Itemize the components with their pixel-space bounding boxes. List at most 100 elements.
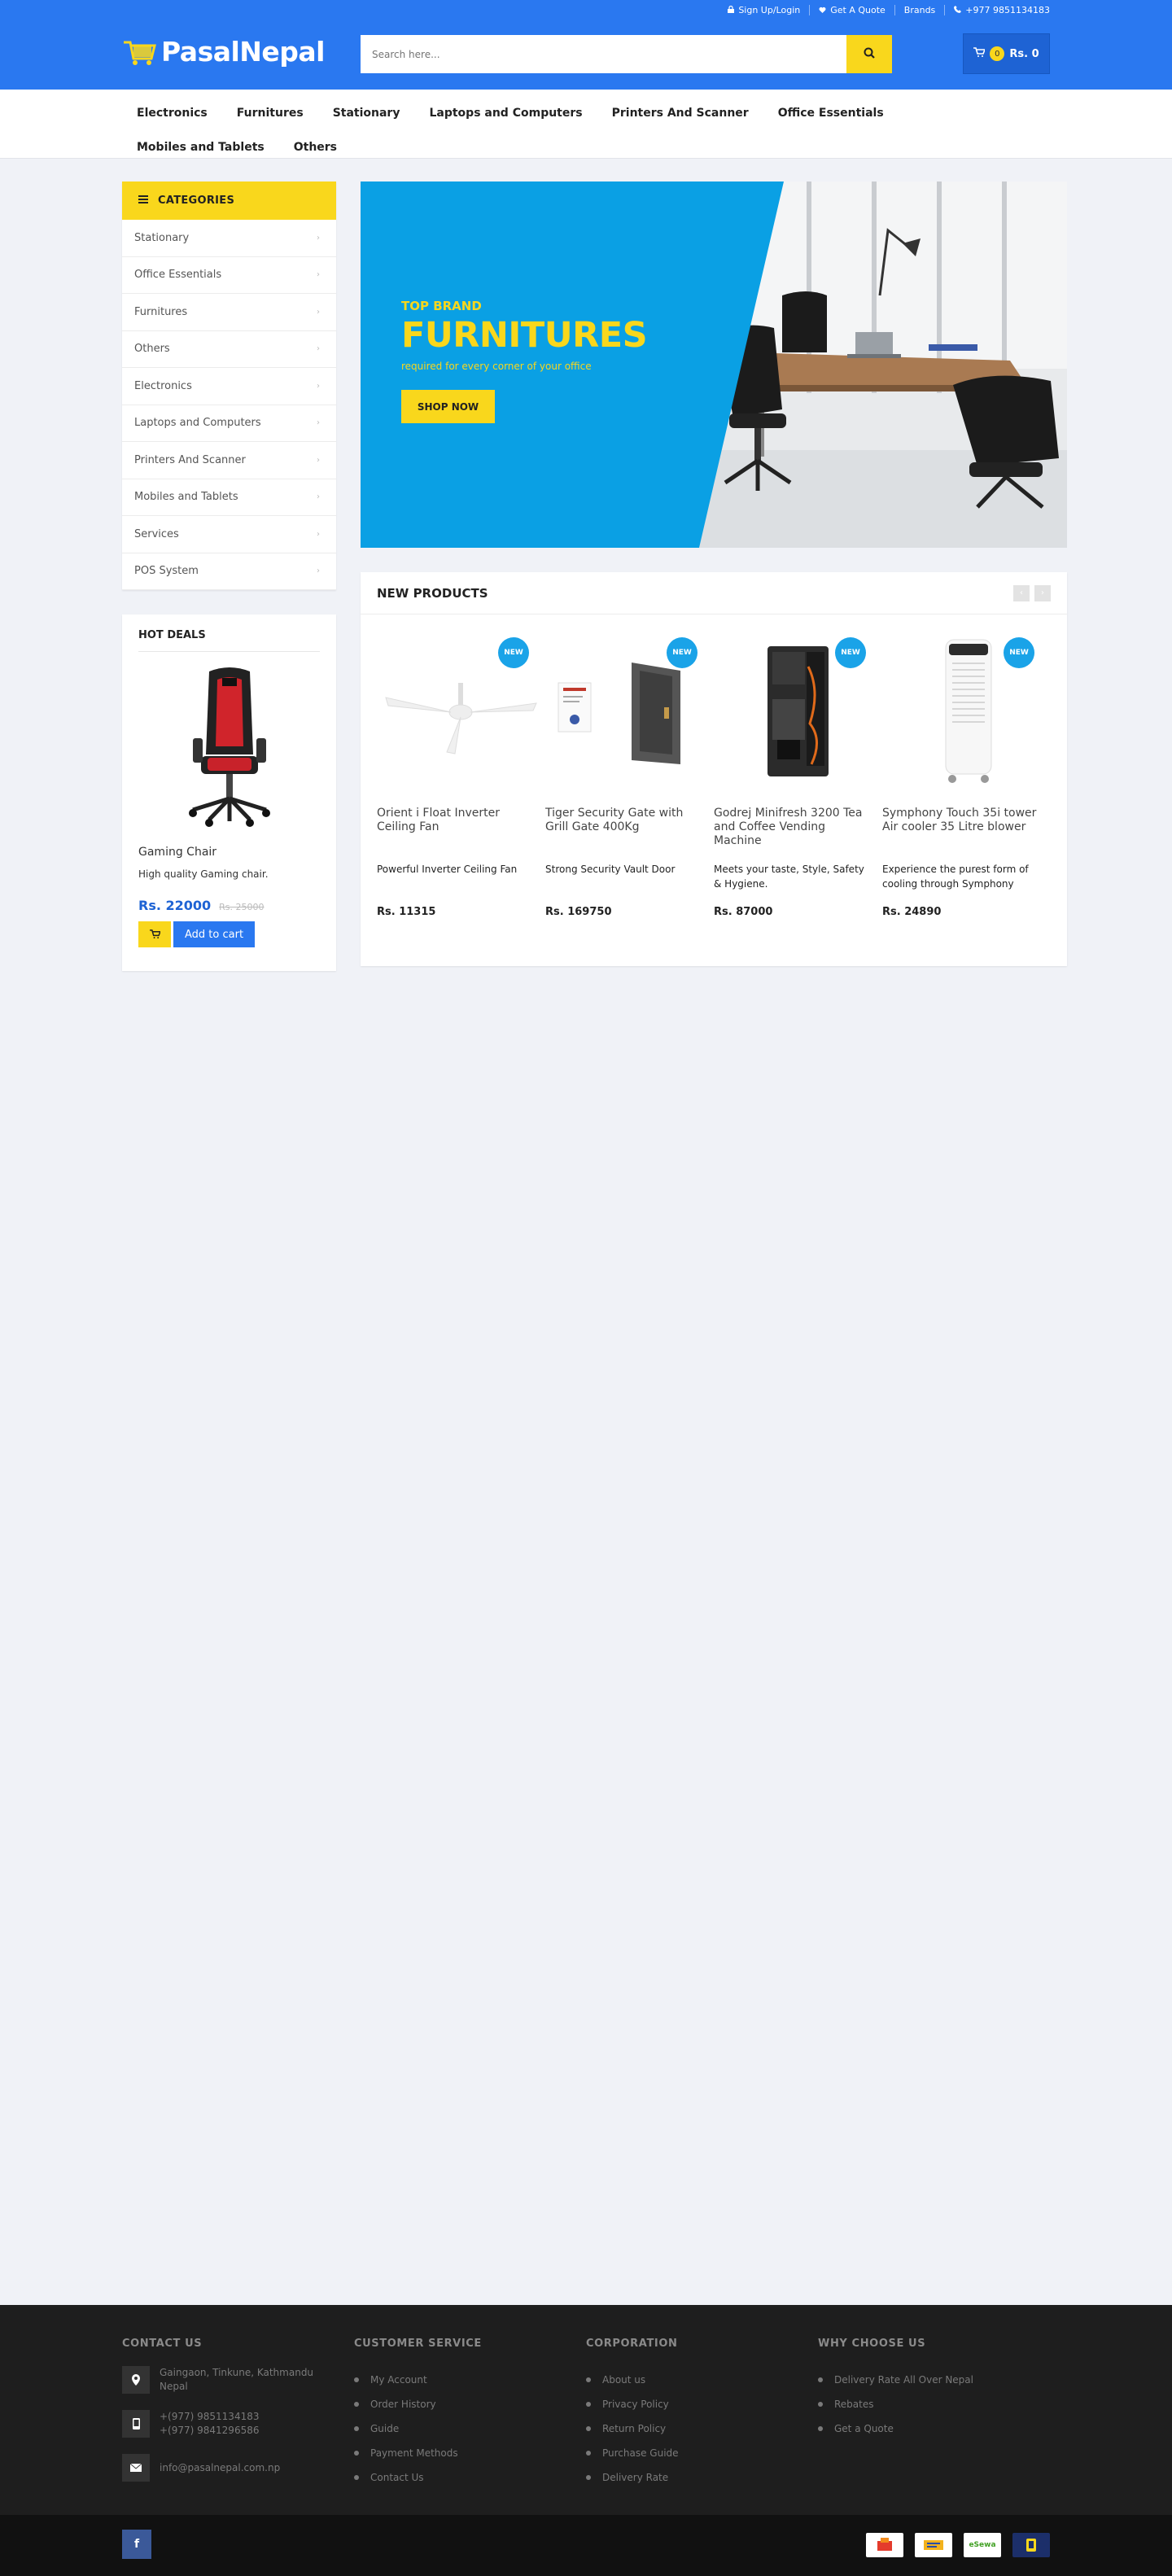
logo-text: PasalNepal bbox=[161, 36, 326, 68]
quick-cart-button[interactable] bbox=[138, 921, 171, 947]
heart-icon bbox=[819, 5, 826, 15]
chevron-right-icon: › bbox=[317, 566, 320, 576]
category-item[interactable]: Others › bbox=[122, 331, 336, 368]
product-card[interactable]: NEW Godrej Minifresh 3200 Tea and Coffee… bbox=[714, 628, 882, 918]
footer-link[interactable]: Get a Quote bbox=[818, 2416, 1050, 2441]
new-products-title: NEW PRODUCTS bbox=[377, 585, 488, 601]
product-name[interactable]: Orient i Float Inverter Ceiling Fan bbox=[377, 807, 545, 852]
vending-machine-image[interactable]: NEW bbox=[714, 628, 882, 794]
payment-bank-icon bbox=[915, 2533, 952, 2557]
chevron-right-icon: › bbox=[317, 270, 320, 280]
footer-link[interactable]: About us bbox=[586, 2368, 818, 2392]
facebook-icon[interactable]: f bbox=[122, 2530, 151, 2559]
category-item[interactable]: Printers And Scanner › bbox=[122, 442, 336, 479]
add-to-cart-button[interactable]: Add to cart bbox=[173, 921, 256, 947]
footer-link[interactable]: Delivery Rate All Over Nepal bbox=[818, 2368, 1050, 2392]
chevron-right-icon: › bbox=[317, 307, 320, 317]
product-desc: Meets your taste, Style, Safety & Hygien… bbox=[714, 864, 864, 890]
hot-deal-price: Rs. 22000 Rs. 25000 bbox=[138, 898, 320, 913]
lock-icon bbox=[728, 5, 735, 15]
quote-link[interactable]: Get A Quote bbox=[810, 5, 895, 15]
new-products-panel: NEW PRODUCTS ‹ › NEW Orient i Float Inve… bbox=[361, 572, 1067, 966]
chevron-right-icon: › bbox=[317, 344, 320, 354]
brands-link[interactable]: Brands bbox=[895, 5, 946, 15]
phone-link[interactable]: +977 9851134183 bbox=[945, 5, 1050, 15]
chevron-right-icon: › bbox=[317, 233, 320, 243]
category-item[interactable]: Electronics › bbox=[122, 368, 336, 405]
old-price: Rs. 25000 bbox=[219, 902, 265, 912]
nav-item-electronics[interactable]: Electronics bbox=[122, 96, 222, 130]
chevron-right-icon: › bbox=[317, 492, 320, 502]
category-item[interactable]: Office Essentials › bbox=[122, 257, 336, 294]
product-card[interactable]: NEW Tiger Security Gate with Grill Gate … bbox=[545, 628, 714, 918]
nav-item-stationary[interactable]: Stationary bbox=[318, 96, 415, 130]
shop-now-button[interactable]: SHOP NOW bbox=[401, 390, 495, 423]
product-name[interactable]: Godrej Minifresh 3200 Tea and Coffee Ven… bbox=[714, 807, 882, 852]
banner-title: FURNITURES bbox=[401, 315, 648, 356]
search-bar bbox=[361, 35, 892, 73]
footer-link[interactable]: Order History bbox=[354, 2392, 586, 2416]
cart-count-badge: 0 bbox=[990, 46, 1005, 61]
hero-banner[interactable]: TOP BRAND FURNITURES required for every … bbox=[361, 182, 1067, 548]
nav-item-others[interactable]: Others bbox=[279, 130, 352, 164]
footer-bottom-bar: f eSewa bbox=[0, 2515, 1172, 2576]
security-gate-image[interactable]: NEW bbox=[545, 628, 714, 794]
search-button[interactable] bbox=[846, 35, 892, 73]
category-item[interactable]: Laptops and Computers › bbox=[122, 405, 336, 442]
product-desc: Strong Security Vault Door bbox=[545, 864, 676, 875]
product-card[interactable]: NEW Symphony Touch 35i tower Air cooler … bbox=[882, 628, 1051, 918]
bullet-icon bbox=[354, 2377, 359, 2382]
nav-item-furnitures[interactable]: Furnitures bbox=[222, 96, 318, 130]
site-footer: CONTACT US Gaingaon, Tinkune, Kathmandu … bbox=[0, 2305, 1172, 2515]
chevron-left-icon[interactable]: ‹ bbox=[1013, 584, 1030, 601]
footer-why-choose: WHY CHOOSE US Delivery Rate All Over Nep… bbox=[818, 2338, 1050, 2490]
bullet-icon bbox=[586, 2426, 591, 2431]
gaming-chair-image[interactable] bbox=[138, 657, 320, 836]
nav-item-mobiles[interactable]: Mobiles and Tablets bbox=[122, 130, 279, 164]
footer-phone-1[interactable]: +(977) 9851134183 bbox=[160, 2411, 259, 2422]
nav-item-printers[interactable]: Printers And Scanner bbox=[597, 96, 763, 130]
bullet-icon bbox=[818, 2377, 823, 2382]
footer-link[interactable]: Purchase Guide bbox=[586, 2441, 818, 2465]
footer-email: info@pasalnepal.com.np bbox=[122, 2454, 354, 2482]
new-badge: NEW bbox=[667, 637, 698, 668]
footer-link[interactable]: Guide bbox=[354, 2416, 586, 2441]
footer-link[interactable]: Contact Us bbox=[354, 2465, 586, 2490]
product-name[interactable]: Symphony Touch 35i tower Air cooler 35 L… bbox=[882, 807, 1051, 852]
footer-link[interactable]: My Account bbox=[354, 2368, 586, 2392]
category-item[interactable]: Stationary › bbox=[122, 220, 336, 257]
category-item[interactable]: Mobiles and Tablets › bbox=[122, 479, 336, 516]
footer-link[interactable]: Payment Methods bbox=[354, 2441, 586, 2465]
new-badge: NEW bbox=[498, 637, 529, 668]
search-input[interactable] bbox=[361, 35, 846, 73]
nav-item-laptops[interactable]: Laptops and Computers bbox=[414, 96, 597, 130]
top-links: Sign Up/Login Get A Quote Brands +977 98… bbox=[719, 5, 1050, 15]
hot-deal-name[interactable]: Gaming Chair bbox=[138, 846, 320, 859]
footer-link[interactable]: Return Policy bbox=[586, 2416, 818, 2441]
site-logo[interactable]: PasalNepal bbox=[122, 36, 326, 68]
product-card[interactable]: NEW Orient i Float Inverter Ceiling Fan … bbox=[377, 628, 545, 918]
category-item[interactable]: Furnitures › bbox=[122, 294, 336, 331]
footer-link[interactable]: Privacy Policy bbox=[586, 2392, 818, 2416]
nav-item-office-essentials[interactable]: Office Essentials bbox=[763, 96, 899, 130]
footer-phones: +(977) 9851134183 +(977) 9841296586 bbox=[122, 2410, 354, 2438]
site-header: Sign Up/Login Get A Quote Brands +977 98… bbox=[0, 0, 1172, 90]
cart-icon bbox=[149, 929, 161, 941]
footer-link[interactable]: Rebates bbox=[818, 2392, 1050, 2416]
payment-methods: eSewa bbox=[866, 2533, 1050, 2557]
category-item[interactable]: Services › bbox=[122, 516, 336, 553]
footer-link[interactable]: Delivery Rate bbox=[586, 2465, 818, 2490]
cart-button[interactable]: 0 Rs. 0 bbox=[963, 33, 1050, 74]
ceiling-fan-image[interactable]: NEW bbox=[377, 628, 545, 794]
phone-icon bbox=[954, 5, 962, 15]
categories-header[interactable]: CATEGORIES bbox=[122, 182, 336, 220]
footer-phone-2[interactable]: +(977) 9841296586 bbox=[160, 2425, 259, 2436]
category-item[interactable]: POS System › bbox=[122, 553, 336, 590]
air-cooler-image[interactable]: NEW bbox=[882, 628, 1051, 794]
login-link[interactable]: Sign Up/Login bbox=[719, 5, 811, 15]
product-name[interactable]: Tiger Security Gate with Grill Gate 400K… bbox=[545, 807, 714, 852]
chevron-right-icon: › bbox=[317, 455, 320, 465]
chevron-right-icon[interactable]: › bbox=[1034, 584, 1051, 601]
footer-corporation: CORPORATION About us Privacy Policy Return… bbox=[586, 2338, 818, 2490]
banner-text: TOP BRAND FURNITURES required for every … bbox=[401, 299, 648, 423]
